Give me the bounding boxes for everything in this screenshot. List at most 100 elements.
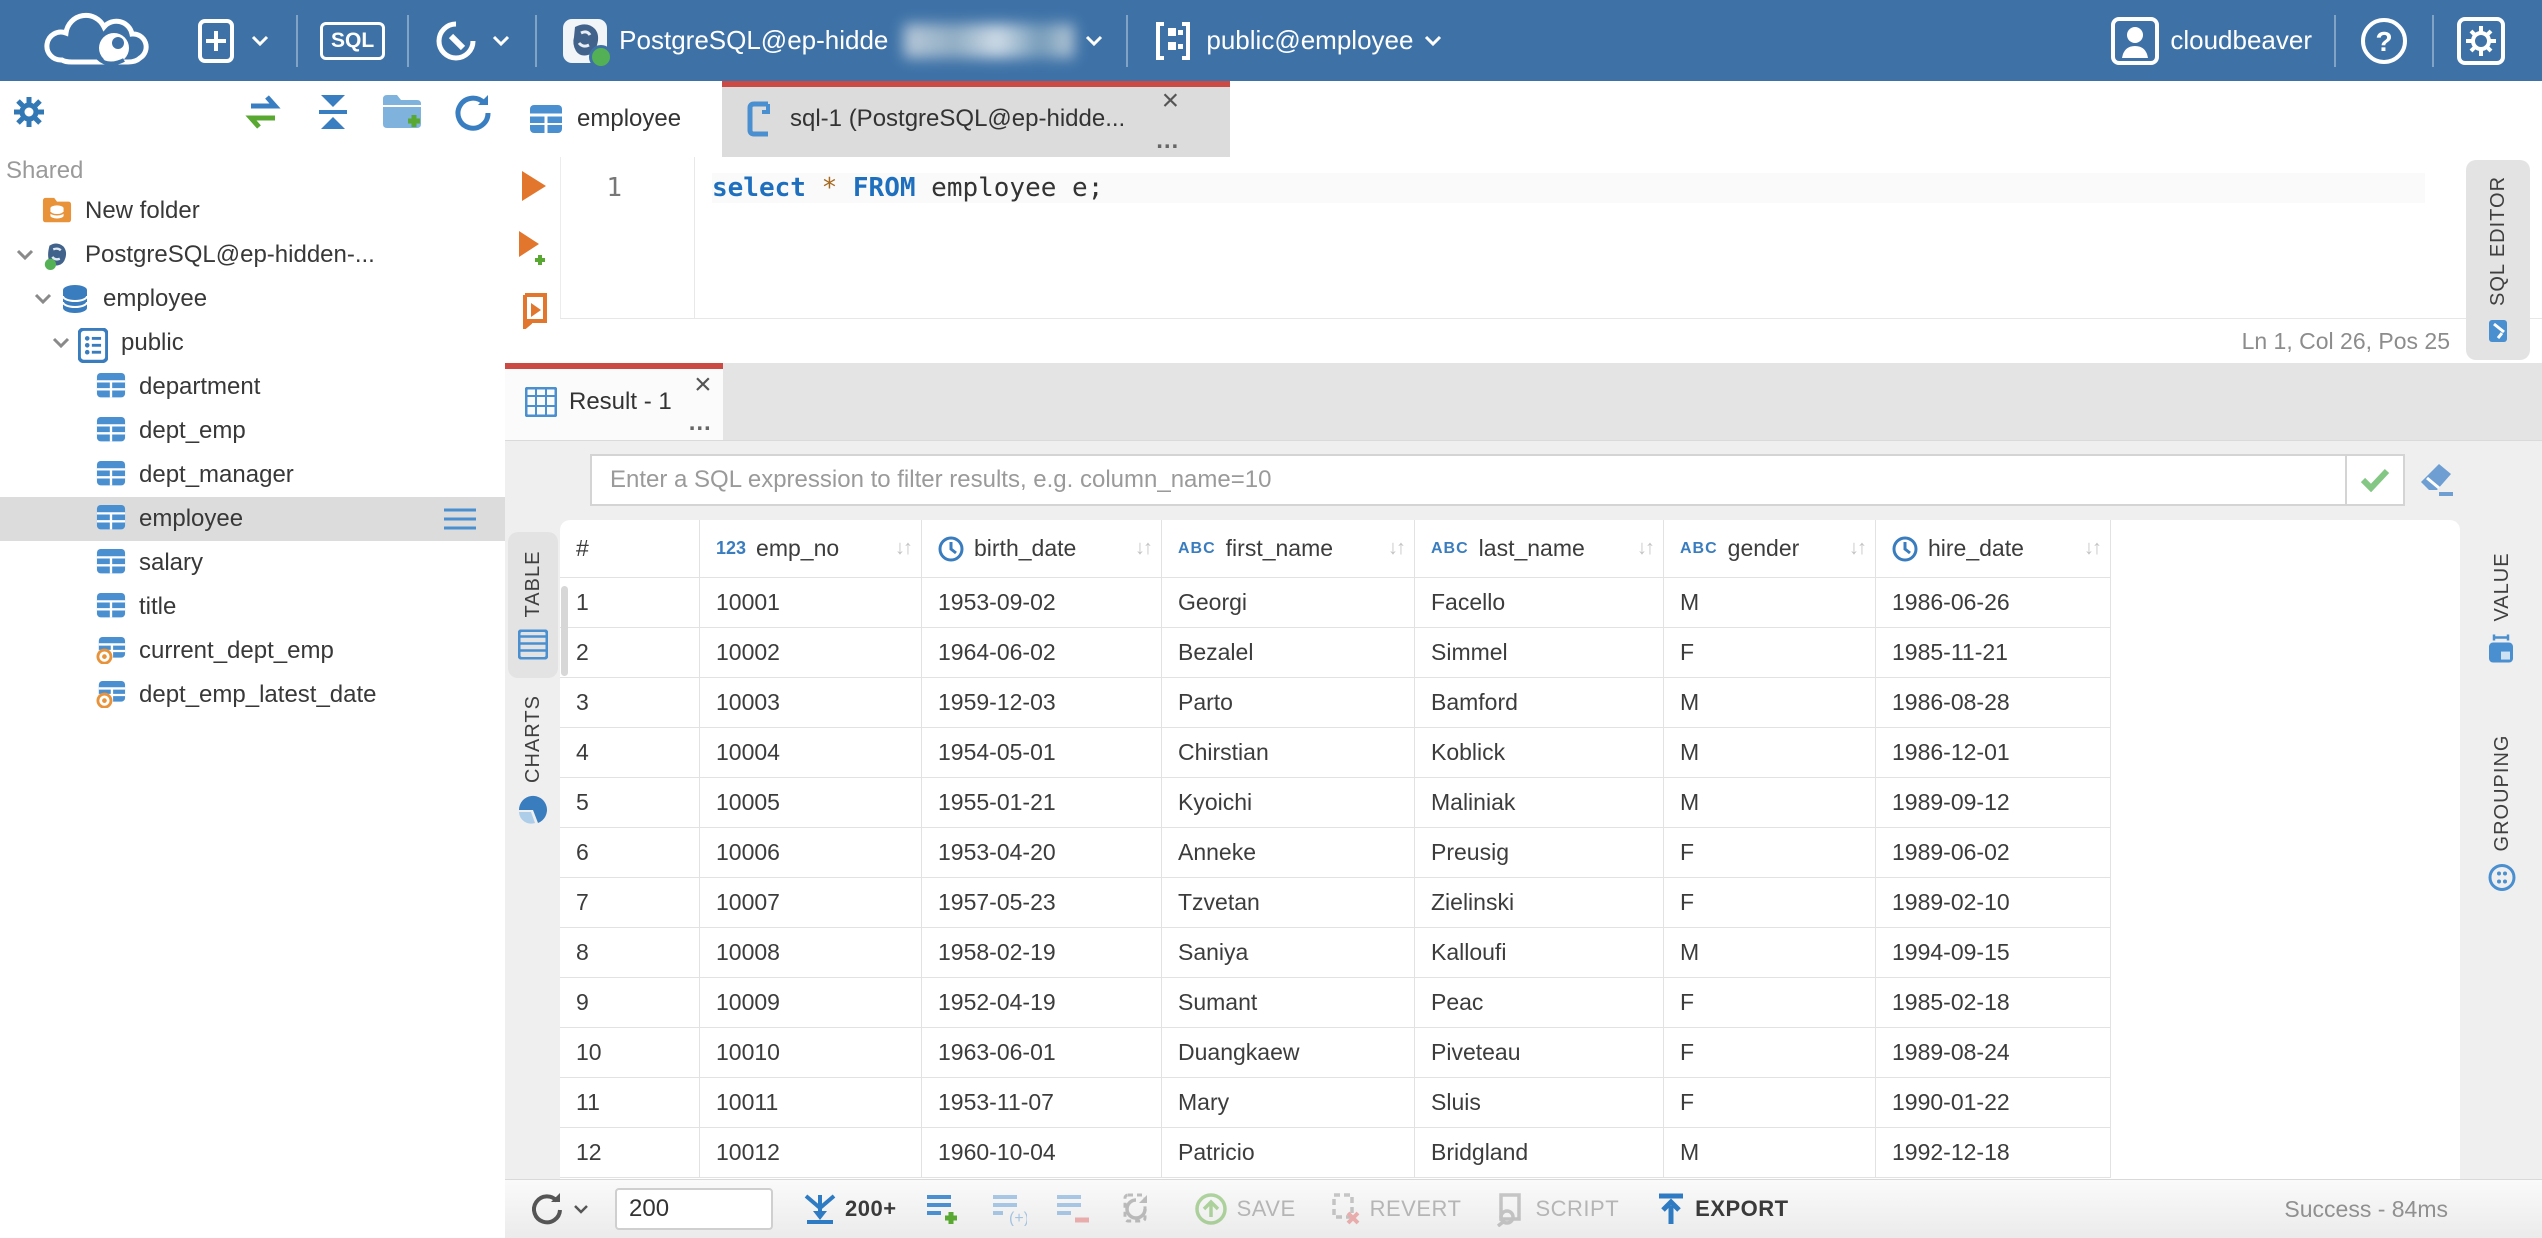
result-menu-icon[interactable]: … [688, 410, 712, 434]
collapse-all-icon[interactable] [313, 93, 353, 131]
close-result-icon[interactable]: × [694, 369, 712, 399]
delete-row-button[interactable] [1055, 1192, 1091, 1226]
sort-icon[interactable]: ↓↑ [1135, 537, 1153, 560]
sort-icon[interactable]: ↓↑ [2084, 537, 2102, 560]
data-cell[interactable]: 10001 [700, 578, 922, 628]
data-cell[interactable]: F [1664, 1078, 1876, 1128]
data-cell[interactable]: Zielinski [1415, 878, 1664, 928]
editor-code-area[interactable]: select * FROM employee e; [696, 157, 2460, 335]
data-cell[interactable]: 1954-05-01 [922, 728, 1162, 778]
sync-connection-icon[interactable] [241, 94, 285, 130]
row-number-cell[interactable]: 5 [560, 778, 700, 828]
data-cell[interactable]: 10003 [700, 678, 922, 728]
tab-employee[interactable]: employee [505, 81, 722, 157]
row-number-cell[interactable]: 9 [560, 978, 700, 1028]
data-cell[interactable]: M [1664, 578, 1876, 628]
settings-button[interactable] [2456, 16, 2506, 66]
execute-new-tab-button[interactable] [516, 229, 550, 267]
data-cell[interactable]: 10007 [700, 878, 922, 928]
sidebar-settings-gear-icon[interactable] [12, 95, 46, 129]
duplicate-row-button[interactable]: (+) [991, 1192, 1027, 1226]
data-cell[interactable]: F [1664, 1028, 1876, 1078]
data-cell[interactable]: 1952-04-19 [922, 978, 1162, 1028]
execute-query-button[interactable] [518, 169, 548, 203]
data-cell[interactable]: Koblick [1415, 728, 1664, 778]
data-cell[interactable]: Kalloufi [1415, 928, 1664, 978]
data-cell[interactable]: Mary [1162, 1078, 1415, 1128]
data-cell[interactable]: 1953-11-07 [922, 1078, 1162, 1128]
data-cell[interactable]: Bamford [1415, 678, 1664, 728]
column-header-last_name[interactable]: ABC last_name ↓↑ [1415, 520, 1664, 578]
grid-scrollbar-thumb[interactable] [561, 586, 568, 676]
add-row-button[interactable] [925, 1192, 961, 1226]
tab-menu-icon[interactable]: … [1155, 129, 1179, 153]
data-cell[interactable]: 1960-10-04 [922, 1128, 1162, 1178]
data-cell[interactable]: 1989-09-12 [1876, 778, 2111, 828]
tree-item-dept-emp-latest-date[interactable]: dept_emp_latest_date [0, 673, 505, 717]
execute-script-button[interactable] [517, 293, 549, 329]
sort-icon[interactable]: ↓↑ [1388, 537, 1406, 560]
sort-icon[interactable]: ↓↑ [1849, 537, 1867, 560]
data-cell[interactable]: 1989-06-02 [1876, 828, 2111, 878]
data-cell[interactable]: F [1664, 878, 1876, 928]
data-cell[interactable]: Chirstian [1162, 728, 1415, 778]
data-cell[interactable]: Sluis [1415, 1078, 1664, 1128]
data-cell[interactable]: Patricio [1162, 1128, 1415, 1178]
column-header-first_name[interactable]: ABC first_name ↓↑ [1162, 520, 1415, 578]
data-cell[interactable]: Tzvetan [1162, 878, 1415, 928]
data-cell[interactable]: M [1664, 928, 1876, 978]
tree-item-postgresql-ep-hidden-[interactable]: PostgreSQL@ep-hidden-... [0, 233, 505, 277]
apply-filter-button[interactable] [2347, 454, 2405, 506]
data-cell[interactable]: 1992-12-18 [1876, 1128, 2111, 1178]
user-menu[interactable]: cloudbeaver [2110, 16, 2312, 66]
data-cell[interactable]: 1985-11-21 [1876, 628, 2111, 678]
data-cell[interactable]: Bridgland [1415, 1128, 1664, 1178]
tree-item-employee[interactable]: employee [0, 497, 505, 541]
data-cell[interactable]: 1955-01-21 [922, 778, 1162, 828]
refresh-tree-icon[interactable] [451, 91, 493, 133]
chevron-down-icon[interactable] [51, 336, 71, 350]
data-cell[interactable]: M [1664, 678, 1876, 728]
data-cell[interactable]: Maliniak [1415, 778, 1664, 828]
data-cell[interactable]: Sumant [1162, 978, 1415, 1028]
row-number-cell[interactable]: 4 [560, 728, 700, 778]
row-number-cell[interactable]: 8 [560, 928, 700, 978]
row-number-cell[interactable]: 11 [560, 1078, 700, 1128]
tab-sql-editor-panel[interactable]: SQL EDITOR [2466, 160, 2530, 360]
column-header-gender[interactable]: ABC gender ↓↑ [1664, 520, 1876, 578]
data-cell[interactable]: 1964-06-02 [922, 628, 1162, 678]
row-number-cell[interactable]: 6 [560, 828, 700, 878]
data-cell[interactable]: 10004 [700, 728, 922, 778]
data-cell[interactable]: 1963-06-01 [922, 1028, 1162, 1078]
data-cell[interactable]: Simmel [1415, 628, 1664, 678]
filter-input[interactable] [590, 454, 2347, 506]
data-cell[interactable]: 1989-02-10 [1876, 878, 2111, 928]
data-cell[interactable]: M [1664, 728, 1876, 778]
sort-icon[interactable]: ↓↑ [895, 537, 913, 560]
data-cell[interactable]: 1986-06-26 [1876, 578, 2111, 628]
tree-item-public[interactable]: public [0, 321, 505, 365]
tree-item-new-folder[interactable]: New folder [0, 189, 505, 233]
tab-grouping-panel[interactable]: GROUPING [2472, 715, 2532, 910]
data-cell[interactable]: 10011 [700, 1078, 922, 1128]
data-cell[interactable]: 1990-01-22 [1876, 1078, 2111, 1128]
schema-selector[interactable]: public@employee [1150, 18, 1443, 64]
column-header-emp_no[interactable]: 123 emp_no ↓↑ [700, 520, 922, 578]
column-header-birth_date[interactable]: birth_date ↓↑ [922, 520, 1162, 578]
sort-icon[interactable]: ↓↑ [1637, 537, 1655, 560]
data-cell[interactable]: 1986-08-28 [1876, 678, 2111, 728]
save-button[interactable]: SAVE [1193, 1191, 1296, 1227]
help-button[interactable]: ? [2358, 15, 2410, 67]
data-cell[interactable]: Georgi [1162, 578, 1415, 628]
data-cell[interactable]: F [1664, 828, 1876, 878]
tab-table-view[interactable]: TABLE [508, 532, 558, 678]
data-cell[interactable]: F [1664, 978, 1876, 1028]
data-cell[interactable]: Anneke [1162, 828, 1415, 878]
clear-filter-button[interactable] [2417, 462, 2457, 498]
data-cell[interactable]: 10008 [700, 928, 922, 978]
script-button[interactable]: SCRIPT [1493, 1191, 1619, 1227]
data-cell[interactable]: 1958-02-19 [922, 928, 1162, 978]
data-cell[interactable]: 10006 [700, 828, 922, 878]
item-menu-icon[interactable] [443, 508, 477, 530]
fetch-size-input[interactable] [615, 1188, 773, 1230]
